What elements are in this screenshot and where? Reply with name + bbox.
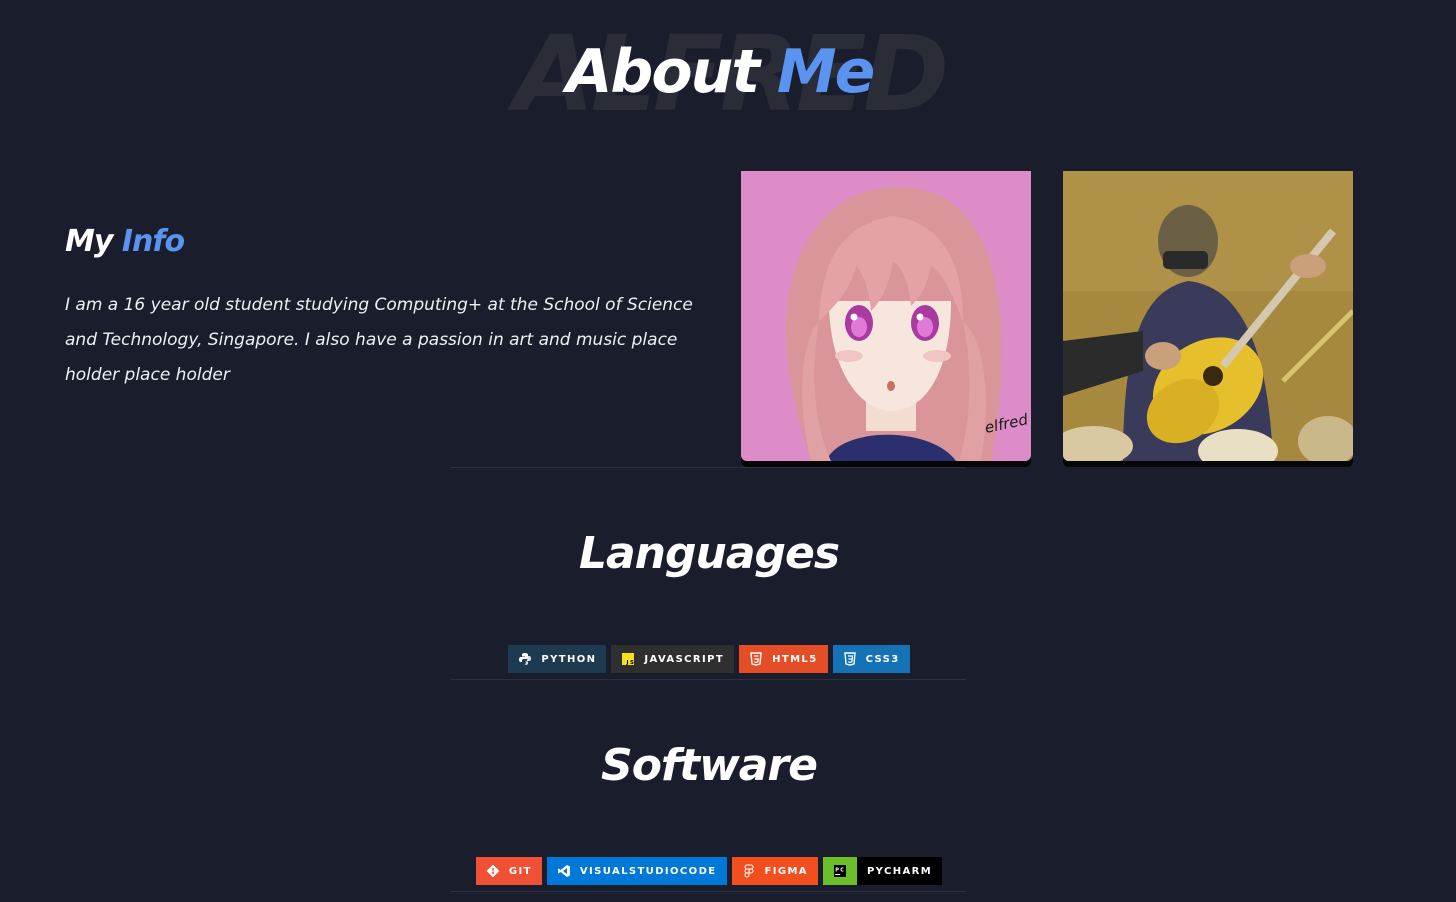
anime-portrait-image: elfred — [741, 171, 1031, 461]
vscode-badge-label: VISUALSTUDIOCODE — [579, 865, 717, 877]
software-heading: Software — [601, 740, 818, 791]
vscode-badge[interactable]: VISUALSTUDIOCODE — [546, 857, 727, 885]
python-badge[interactable]: PYTHON — [508, 645, 607, 673]
languages-heading: Languages — [578, 528, 840, 579]
css3-icon — [843, 652, 856, 666]
python-badge-label: PYTHON — [541, 653, 597, 665]
section-divider — [451, 467, 966, 468]
javascript-icon: JS — [622, 653, 636, 666]
git-badge[interactable]: GIT — [475, 857, 542, 885]
javascript-badge-label: JAVASCRIPT — [644, 653, 725, 665]
html5-icon — [750, 652, 762, 666]
page-title: About Me — [566, 42, 875, 102]
figma-badge-label: FIGMA — [764, 865, 808, 877]
software-badges: GIT VISUALSTUDIOCODE FIGMA PC PYCHARM — [0, 857, 1418, 885]
info-paragraph: I am a 16 year old student studying Comp… — [65, 295, 693, 385]
info-heading-accent: Info — [121, 224, 185, 259]
python-icon — [519, 653, 532, 665]
info-heading-main: My — [65, 224, 113, 259]
html5-badge[interactable]: HTML5 — [739, 645, 828, 673]
vscode-icon — [557, 865, 570, 877]
anime-portrait-illustration: elfred — [741, 171, 1031, 461]
pycharm-badge[interactable]: PC PYCHARM — [822, 857, 943, 885]
languages-badges: PYTHON JS JAVASCRIPT HTML5 CSS3 — [0, 645, 1418, 673]
figma-badge[interactable]: FIGMA — [731, 857, 818, 885]
about-page: ALFRED About Me My Info I am a 16 year o… — [0, 0, 1456, 902]
svg-text:JS: JS — [626, 660, 636, 666]
css3-badge[interactable]: CSS3 — [832, 645, 910, 673]
section-divider — [451, 891, 966, 892]
pycharm-icon-tile: PC — [822, 857, 857, 885]
guitar-performance-photo — [1063, 171, 1353, 461]
info-heading: My Info — [65, 224, 185, 260]
git-icon — [486, 864, 500, 878]
page-title-accent: Me — [776, 37, 875, 107]
javascript-badge[interactable]: JS JAVASCRIPT — [611, 645, 735, 673]
pycharm-icon: PC — [833, 865, 846, 877]
figma-icon — [743, 864, 754, 878]
html5-badge-label: HTML5 — [772, 653, 818, 665]
section-divider — [451, 679, 966, 680]
guitar-performance-image — [1063, 171, 1353, 461]
css3-badge-label: CSS3 — [865, 653, 900, 665]
git-badge-label: GIT — [508, 865, 532, 877]
svg-text:PC: PC — [835, 868, 845, 874]
page-title-main: About — [566, 37, 760, 107]
pycharm-badge-label: PYCHARM — [866, 865, 933, 877]
